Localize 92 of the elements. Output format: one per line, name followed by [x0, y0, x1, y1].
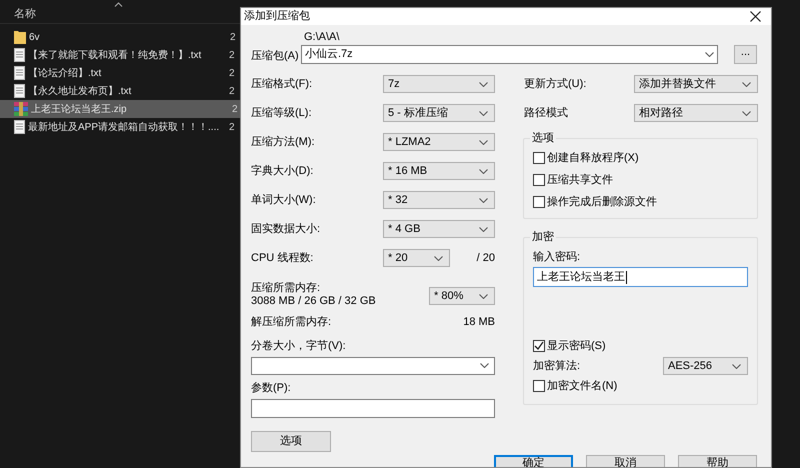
file-row[interactable]: 【永久地址发布页】.txt 2	[0, 82, 240, 100]
volume-size-combobox[interactable]	[251, 356, 495, 374]
archive-name-combobox[interactable]: 小仙云.7z	[301, 44, 718, 64]
field-label: 输入密码:	[533, 250, 582, 264]
chevron-icon	[479, 82, 488, 86]
file-name: 【论坛介绍】.txt	[28, 66, 102, 80]
group-title: 选项	[530, 131, 556, 145]
checkbox-label: 操作完成后删除源文件	[547, 195, 657, 209]
table-cell-text: 2	[229, 84, 235, 98]
dialog-button[interactable]: 取消	[586, 454, 665, 467]
field-label: 分卷大小，字节(V):	[251, 338, 347, 352]
dropdown[interactable]: * 80%	[429, 287, 495, 305]
chevron-icon	[732, 364, 741, 368]
field-label: 加密算法:	[533, 358, 580, 374]
file-row[interactable]: 最新地址及APP请发邮箱自动获取！！！.... 2	[0, 118, 240, 136]
table-cell-text: 2	[229, 120, 235, 134]
chevron-icon	[479, 140, 488, 144]
archive-path: G:\A\A\	[304, 30, 340, 44]
field-label: 参数(P):	[251, 380, 292, 394]
chevron-icon	[479, 294, 488, 298]
document-icon	[14, 66, 25, 80]
field-label: 压缩包(A)	[251, 48, 300, 64]
dropdown[interactable]: * 4 GB	[383, 220, 495, 238]
field-label: 路径模式	[524, 106, 569, 121]
file-row[interactable]: 【来了就能下载和观看！纯免费！】.txt 2	[0, 46, 240, 64]
dialog-button[interactable]: 帮助	[678, 454, 757, 467]
file-name: 6v	[29, 30, 40, 44]
password-field[interactable]: 上老王论坛当老王	[533, 267, 748, 287]
table-cell-text: 2	[229, 66, 235, 80]
table-cell-text: 2	[229, 48, 235, 62]
document-icon	[14, 48, 25, 62]
checkbox-label: 加密文件名(N)	[547, 379, 618, 393]
chevron-icon	[480, 363, 489, 368]
window-title: 添加到压缩包	[244, 8, 310, 24]
memory-usage-text: 3088 MB / 26 GB / 32 GB	[251, 295, 376, 308]
dropdown[interactable]: * LZMA2	[383, 133, 495, 151]
dropdown[interactable]: 5 - 标准压缩	[383, 104, 495, 122]
archive-icon	[14, 102, 28, 116]
chevron-icon	[479, 198, 488, 202]
file-name: 上老王论坛当老王.zip	[31, 102, 127, 116]
checkbox-label: 显示密码(S)	[547, 339, 606, 353]
close-icon[interactable]	[750, 10, 761, 22]
group-title: 加密	[530, 230, 556, 244]
chevron-icon	[705, 52, 714, 56]
dropdown[interactable]: AES-256	[663, 357, 748, 375]
checkbox[interactable]	[533, 380, 545, 392]
dropdown[interactable]: * 32	[383, 191, 495, 209]
field-label: 固实数据大小:	[251, 222, 322, 237]
field-label: 压缩等级(L):	[251, 106, 312, 121]
document-icon	[14, 120, 25, 134]
dropdown[interactable]: 7z	[383, 75, 495, 93]
field-label: 单词大小(W):	[251, 192, 317, 208]
file-name: 【来了就能下载和观看！纯免费！】.txt	[28, 48, 202, 62]
dropdown[interactable]: 相对路径	[634, 104, 758, 122]
field-label: 压缩方法(M):	[251, 134, 316, 150]
options-button[interactable]: 选项	[251, 430, 331, 452]
table-cell-text: 2	[230, 30, 236, 44]
dropdown[interactable]: 添加并替换文件	[634, 75, 758, 93]
file-row[interactable]: 6v 2	[0, 28, 240, 46]
file-name: 最新地址及APP请发邮箱自动获取！！！....	[28, 120, 220, 134]
chevron-icon	[742, 82, 751, 86]
checkbox-label: 压缩共享文件	[547, 173, 613, 187]
table-cell-text: 2	[232, 102, 238, 116]
checkbox-label: 创建自释放程序(X)	[547, 151, 639, 165]
dropdown[interactable]: * 20	[383, 249, 450, 267]
chevron-icon	[742, 110, 751, 116]
document-icon	[14, 84, 25, 98]
parameters-field[interactable]	[251, 398, 495, 418]
checkbox[interactable]	[533, 174, 545, 186]
field-label: 解压缩所需内存:	[251, 314, 332, 330]
chevron-icon	[479, 110, 488, 116]
field-label: 压缩所需内存:	[251, 281, 322, 295]
checkbox[interactable]	[533, 152, 545, 164]
field-label: 更新方式(U):	[524, 76, 588, 92]
chevron-icon	[479, 168, 488, 174]
checkbox[interactable]	[533, 196, 545, 208]
checkbox[interactable]	[533, 340, 545, 352]
browse-button[interactable]: ...	[734, 44, 757, 64]
column-header[interactable]: 名称	[14, 6, 36, 22]
memory-value: 18 MB	[463, 315, 495, 330]
field-label: CPU 线程数:	[251, 250, 314, 266]
chevron-icon	[434, 256, 443, 260]
file-row[interactable]: 上老王论坛当老王.zip 2	[0, 100, 240, 118]
file-row[interactable]: 【论坛介绍】.txt 2	[0, 64, 240, 82]
chevron-icon	[479, 226, 488, 232]
sort-caret-icon	[114, 2, 123, 7]
field-label: 字典大小(D):	[251, 164, 314, 179]
field-label: 压缩格式(F):	[251, 76, 314, 92]
thread-count-text: / 20	[476, 250, 495, 266]
file-name: 【永久地址发布页】.txt	[28, 84, 132, 98]
dropdown[interactable]: * 16 MB	[383, 162, 495, 180]
folder-icon	[14, 30, 26, 44]
